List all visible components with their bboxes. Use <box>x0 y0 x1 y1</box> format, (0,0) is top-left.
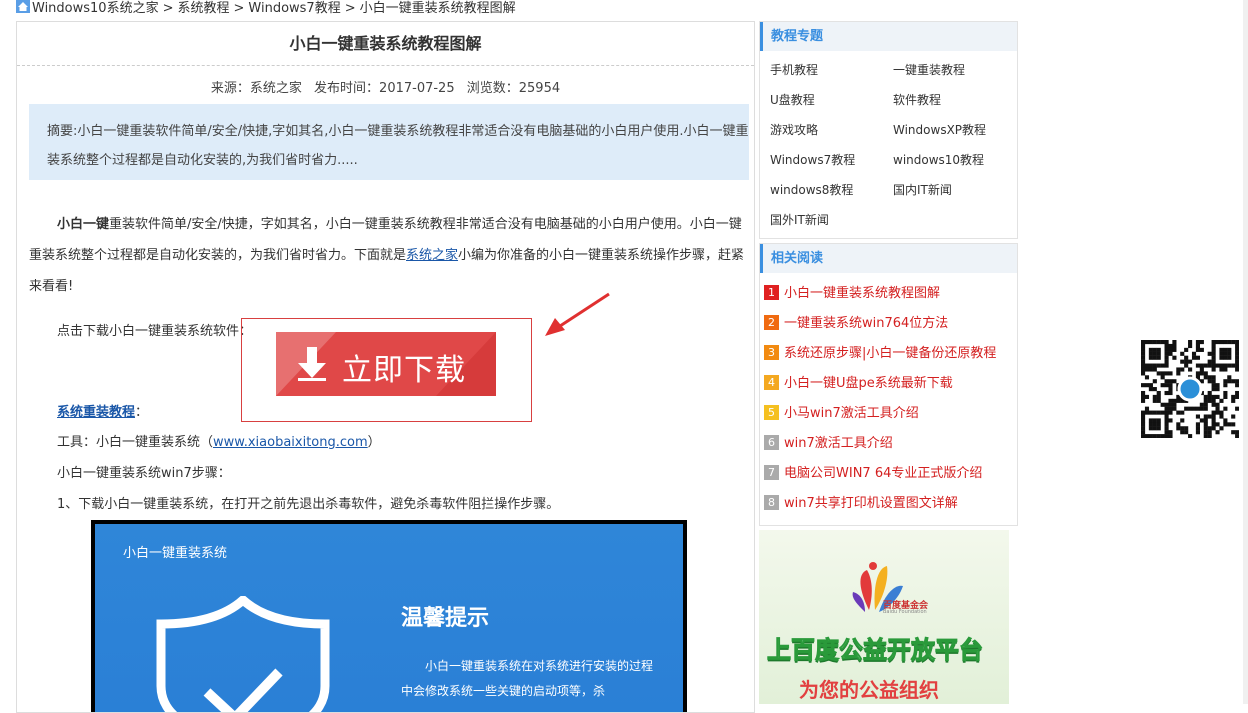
related-item-label: 小白一键重装系统教程图解 <box>784 286 941 301</box>
related-item[interactable]: 2 一键重装系统win764位方法 <box>764 312 948 331</box>
related-item-label: 电脑公司WIN7 64专业正式版介绍 <box>784 466 983 481</box>
dialog-title: 小白一键重装系统 <box>123 546 228 561</box>
breadcrumb-home[interactable]: Windows10系统之家 <box>32 1 159 16</box>
breadcrumb-separator: > <box>233 1 245 16</box>
article-title: 小白一键重装系统教程图解 <box>17 22 754 66</box>
related-title: 相关阅读 <box>760 244 1017 273</box>
tool-line: 工具：小白一键重装系统（www.xiaobaixitong.com） <box>29 427 754 458</box>
topic-item[interactable]: Windows7教程 <box>770 151 855 168</box>
related-item[interactable]: 3 系统还原步骤|小白一键备份还原教程 <box>764 342 996 361</box>
related-item-label: 小白一键U盘pe系统最新下载 <box>784 376 953 391</box>
topic-item[interactable]: WindowsXP教程 <box>893 121 986 138</box>
meta-date: 发布时间：2017-07-25 <box>314 81 455 96</box>
topic-item[interactable]: 软件教程 <box>893 91 941 108</box>
related-item[interactable]: 6 win7激活工具介绍 <box>764 432 893 451</box>
home-icon[interactable] <box>16 0 30 13</box>
meta-views: 浏览数：25954 <box>467 81 560 96</box>
rank-badge: 7 <box>764 465 779 480</box>
qr-logo <box>1177 376 1203 402</box>
xitongzhijia-link[interactable]: 系统之家 <box>406 248 458 263</box>
steps-heading: 小白一键重装系统win7步骤： <box>57 466 231 481</box>
breadcrumb-separator: > <box>162 1 174 16</box>
intro-bold: 小白一键 <box>57 217 110 232</box>
baidu-foundation-ad[interactable]: 百度基金会 Baidu Foundation 上百度公益开放平台 为您的公益组织 <box>759 530 1009 704</box>
dialog-body: 小白一键重装系统在对系统进行安装的过程中会修改系统一些关键的启动项等，杀 <box>401 659 654 698</box>
related-panel: 相关阅读 1 小白一键重装系统教程图解 2 一键重装系统win764位方法 3 系统还… <box>759 243 1018 526</box>
breadcrumb-current: 小白一键重装系统教程图解 <box>359 1 516 16</box>
reinstall-tutorial-link[interactable]: 系统重装教程 <box>57 405 135 420</box>
related-item[interactable]: 8 win7共享打印机设置图文详解 <box>764 492 958 511</box>
meta-views-value: 25954 <box>518 81 561 96</box>
qr-code-icon[interactable] <box>1141 340 1239 438</box>
topic-item[interactable]: U盘教程 <box>770 91 815 108</box>
rank-badge: 2 <box>764 315 779 330</box>
tool-suffix: ） <box>367 435 381 450</box>
topic-item[interactable]: windows8教程 <box>770 181 853 198</box>
reinstall-suffix: ： <box>135 405 149 420</box>
meta-source: 来源：系统之家 <box>211 81 302 96</box>
meta-source-value: 系统之家 <box>249 81 302 96</box>
breadcrumb-separator: > <box>344 1 356 16</box>
summary-text: 摘要:小白一键重装软件简单/安全/快捷,字如其名,小白一键重装系统教程非常适合没… <box>47 124 749 168</box>
meta-date-value: 2017-07-25 <box>379 81 455 96</box>
meta-source-label: 来源： <box>210 81 250 96</box>
breadcrumb-tutorials[interactable]: 系统教程 <box>177 1 229 16</box>
topics-panel: 教程专题 手机教程 一键重装教程 U盘教程 软件教程 游戏攻略 WindowsX… <box>759 21 1018 239</box>
article-summary: 摘要:小白一键重装软件简单/安全/快捷,字如其名,小白一键重装系统教程非常适合没… <box>29 104 749 180</box>
download-button-label: 立即下载 <box>342 353 466 388</box>
rank-badge: 5 <box>764 405 779 420</box>
rank-badge: 8 <box>764 495 779 510</box>
meta-date-label: 发布时间： <box>314 81 380 96</box>
topic-item[interactable]: 游戏攻略 <box>770 121 818 138</box>
related-item-label: win7激活工具介绍 <box>784 436 893 451</box>
article-meta: 来源：系统之家 发布时间：2017-07-25 浏览数：25954 <box>17 77 754 96</box>
breadcrumb-win7[interactable]: Windows7教程 <box>248 1 340 16</box>
ad-subheadline: 为您的公益组织 <box>799 678 939 702</box>
ad-headline: 上百度公益开放平台 <box>767 636 984 665</box>
topic-item[interactable]: 手机教程 <box>770 61 818 78</box>
intro-paragraph: 小白一键重装软件简单/安全/快捷，字如其名，小白一键重装系统教程非常适合没有电脑… <box>29 209 745 302</box>
topic-item[interactable]: 一键重装教程 <box>893 61 965 78</box>
related-item[interactable]: 1 小白一键重装系统教程图解 <box>764 282 940 301</box>
download-button[interactable]: 立即下载 <box>276 332 496 396</box>
topic-item[interactable]: windows10教程 <box>893 151 984 168</box>
related-item[interactable]: 4 小白一键U盘pe系统最新下载 <box>764 372 953 391</box>
ad-org-name-en: Baidu Foundation <box>883 609 927 615</box>
related-item[interactable]: 7 电脑公司WIN7 64专业正式版介绍 <box>764 462 982 481</box>
page-scrollbar[interactable] <box>1243 0 1248 704</box>
meta-views-label: 浏览数： <box>466 81 519 96</box>
xiaobai-site-link[interactable]: www.xiaobaixitong.com <box>213 435 368 450</box>
installer-dialog-screenshot: 小白一键重装系统 温馨提示 小白一键重装系统在对系统进行安装的过程中会修改系统一… <box>91 520 687 712</box>
related-item-label: win7共享打印机设置图文详解 <box>784 496 958 511</box>
shield-check-icon <box>156 596 330 712</box>
step-1: 1、下载小白一键重装系统，在打开之前先退出杀毒软件，避免杀毒软件阻拦操作步骤。 <box>57 497 560 512</box>
breadcrumb: Windows10系统之家 > 系统教程 > Windows7教程 > 小白一键重装系统教程… <box>16 0 516 16</box>
rank-badge: 6 <box>764 435 779 450</box>
pointer-arrow-icon <box>545 292 610 336</box>
article: 小白一键重装系统教程图解 来源：系统之家 发布时间：2017-07-25 浏览数… <box>16 21 755 713</box>
tool-label: 工具：小白一键重装系统（ <box>57 435 214 450</box>
related-item[interactable]: 5 小马win7激活工具介绍 <box>764 402 919 421</box>
dialog-heading: 温馨提示 <box>401 606 490 631</box>
related-item-label: 系统还原步骤|小白一键备份还原教程 <box>784 346 997 361</box>
rank-badge: 1 <box>764 285 779 300</box>
reinstall-line: 系统重装教程： <box>29 397 754 428</box>
related-item-label: 小马win7激活工具介绍 <box>784 406 919 421</box>
topic-item[interactable]: 国外IT新闻 <box>770 211 829 228</box>
related-item-label: 一键重装系统win764位方法 <box>784 316 949 331</box>
rank-badge: 4 <box>764 375 779 390</box>
download-arrow-icon <box>298 347 326 381</box>
topics-title: 教程专题 <box>760 22 1017 51</box>
rank-badge: 3 <box>764 345 779 360</box>
topic-item[interactable]: 国内IT新闻 <box>893 181 952 198</box>
